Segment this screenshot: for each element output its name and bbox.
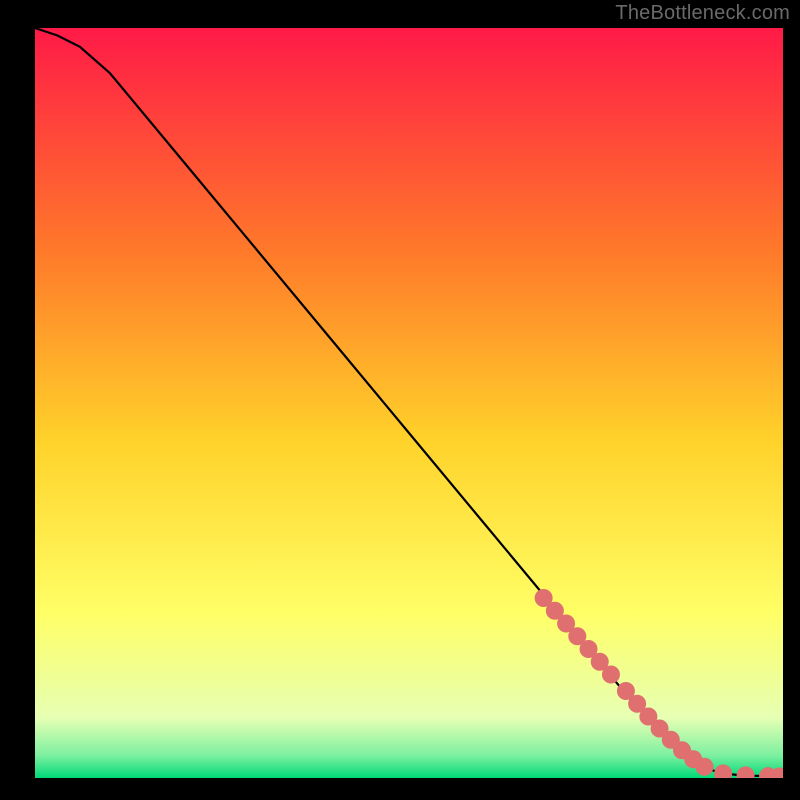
data-marker <box>695 758 713 776</box>
data-marker <box>602 666 620 684</box>
chart-svg <box>35 28 783 778</box>
chart-container: TheBottleneck.com <box>0 0 800 800</box>
gradient-background <box>35 28 783 778</box>
attribution-label: TheBottleneck.com <box>615 2 790 25</box>
plot-area <box>35 28 783 778</box>
